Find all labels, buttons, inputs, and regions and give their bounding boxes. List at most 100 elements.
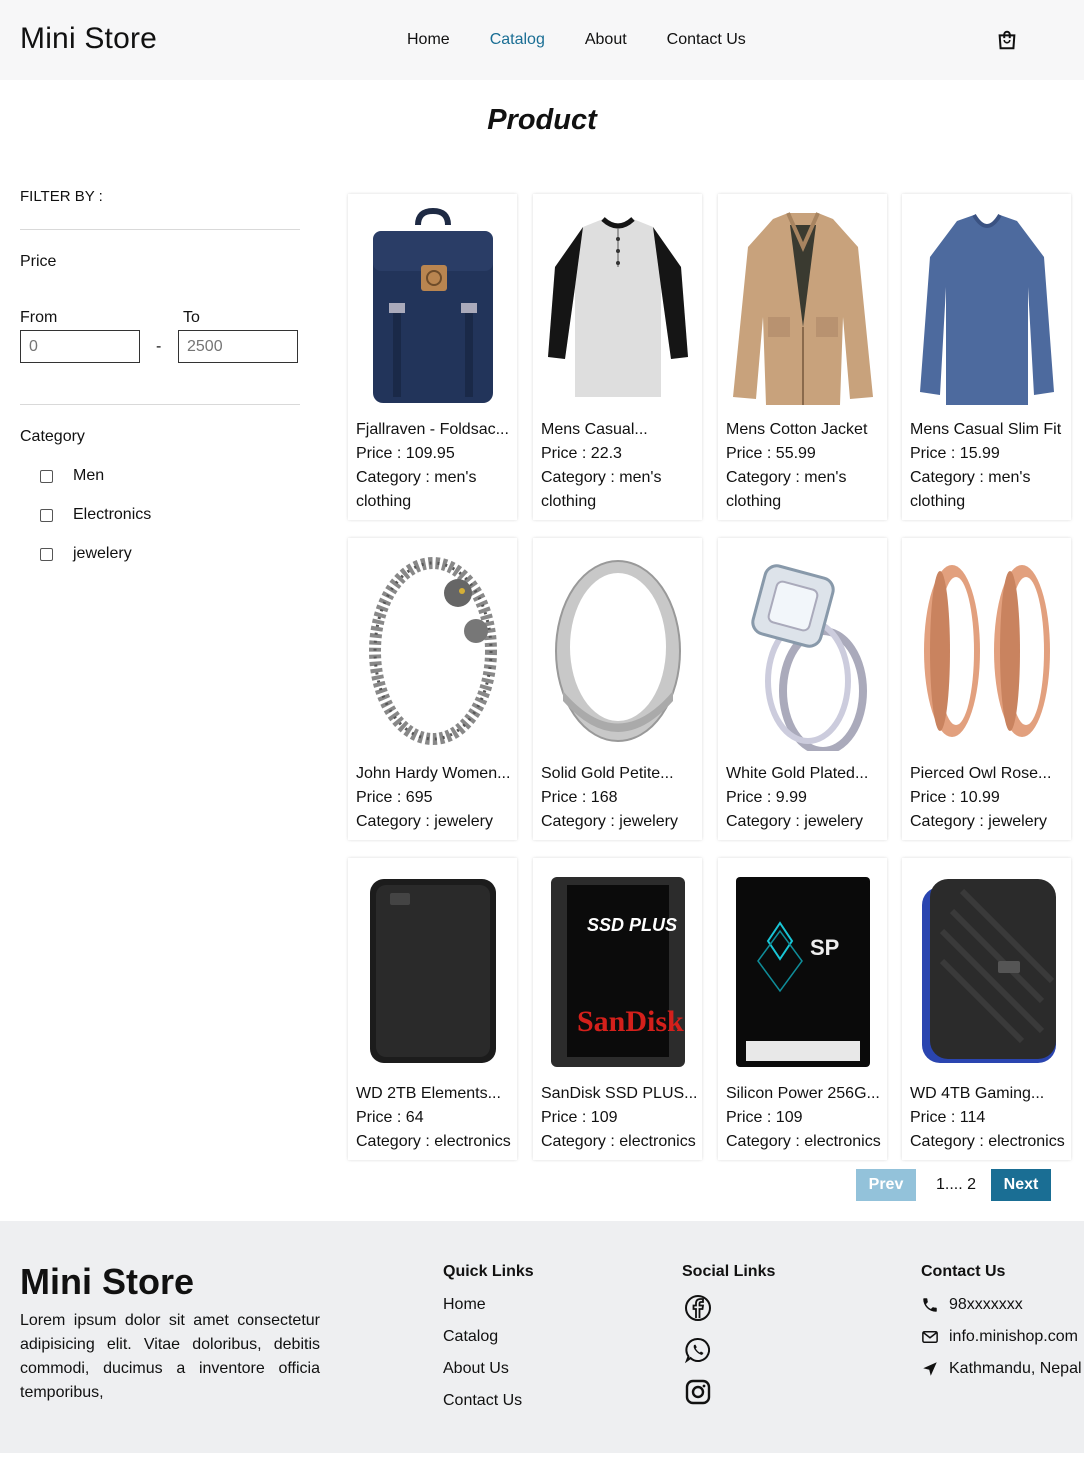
next-button[interactable]: Next (991, 1169, 1051, 1201)
price-to-input[interactable] (178, 330, 298, 363)
product-category: Category : electronics (726, 1133, 881, 1150)
product-category: Category : jewelery (726, 813, 863, 830)
product-info: SanDisk SSD PLUS... Price : 109 Category… (541, 1082, 698, 1154)
quick-links-title: Quick Links (443, 1263, 534, 1280)
phone-icon (923, 1298, 937, 1312)
footer-link-about[interactable]: About Us (443, 1360, 509, 1378)
product-title[interactable]: Silicon Power 256G... (726, 1082, 883, 1106)
footer-link-catalog[interactable]: Catalog (443, 1328, 498, 1346)
product-info: Mens Casual Slim Fit Price : 15.99 Categ… (910, 418, 1067, 514)
product-price: Price : 114 (910, 1109, 986, 1126)
product-info: Solid Gold Petite... Price : 168 Categor… (541, 762, 698, 834)
product-card[interactable]: Mens Cotton Jacket Price : 55.99 Categor… (718, 194, 887, 520)
category-checkbox-jewelery[interactable]: jewelery (40, 545, 132, 563)
product-title[interactable]: John Hardy Women... (356, 762, 513, 786)
checkbox[interactable] (40, 547, 53, 561)
product-image-dragon-bracelet[interactable] (356, 546, 509, 756)
prev-button[interactable]: Prev (856, 1169, 916, 1201)
nav-catalog[interactable]: Catalog (490, 31, 545, 49)
product-info: Pierced Owl Rose... Price : 10.99 Catego… (910, 762, 1067, 834)
product-card[interactable]: WD 4TB Gaming... Price : 114 Category : … (902, 858, 1071, 1160)
product-card[interactable]: John Hardy Women... Price : 695 Category… (348, 538, 517, 840)
product-category: Category : electronics (356, 1133, 511, 1150)
product-title[interactable]: Mens Casual Slim Fit (910, 418, 1067, 442)
product-card[interactable]: Mens Casual Slim Fit Price : 15.99 Categ… (902, 194, 1071, 520)
category-checkbox-electronics[interactable]: Electronics (40, 506, 151, 524)
product-category: clothing (910, 493, 966, 510)
product-image-wd-elements-drive[interactable] (356, 866, 509, 1076)
product-image-silver-ring[interactable] (541, 546, 694, 756)
site-header: Mini Store Home Catalog About Contact Us (0, 0, 1084, 80)
product-title[interactable]: Pierced Owl Rose... (910, 762, 1067, 786)
product-title[interactable]: SanDisk SSD PLUS... (541, 1082, 698, 1106)
product-info: WD 2TB Elements... Price : 64 Category :… (356, 1082, 513, 1154)
product-info: WD 4TB Gaming... Price : 114 Category : … (910, 1082, 1067, 1154)
price-label: Price (20, 253, 57, 270)
footer-link-home[interactable]: Home (443, 1296, 486, 1314)
product-image-sandisk-ssd[interactable]: SSD PLUS SanDisk (541, 866, 694, 1076)
whatsapp-icon[interactable] (684, 1336, 712, 1364)
product-price: Price : 9.99 (726, 789, 807, 806)
product-info: John Hardy Women... Price : 695 Category… (356, 762, 513, 834)
nav-home[interactable]: Home (407, 31, 450, 49)
product-category: Category : jewelery (910, 813, 1047, 830)
email-address: info.minishop.com (949, 1328, 1078, 1345)
product-title[interactable]: Mens Casual... (541, 418, 698, 442)
price-from-input[interactable] (20, 330, 140, 363)
product-info: White Gold Plated... Price : 9.99 Catego… (726, 762, 883, 834)
product-card[interactable]: Solid Gold Petite... Price : 168 Categor… (533, 538, 702, 840)
brand-logo[interactable]: Mini Store (20, 22, 157, 56)
product-card[interactable]: WD 2TB Elements... Price : 64 Category :… (348, 858, 517, 1160)
product-image-wd-gaming-drive[interactable] (910, 866, 1063, 1076)
product-price: Price : 168 (541, 789, 618, 806)
nav-about[interactable]: About (585, 31, 627, 49)
product-category: Category : men's (356, 469, 477, 486)
location-arrow-icon (923, 1362, 937, 1376)
product-card[interactable]: White Gold Plated... Price : 9.99 Catego… (718, 538, 887, 840)
product-price: Price : 10.99 (910, 789, 1000, 806)
product-image-backpack[interactable] (356, 202, 509, 412)
product-card[interactable]: Pierced Owl Rose... Price : 10.99 Catego… (902, 538, 1071, 840)
product-card[interactable]: SSD PLUS SanDisk SanDisk SSD PLUS... Pri… (533, 858, 702, 1160)
nav-contact[interactable]: Contact Us (667, 31, 746, 49)
product-price: Price : 109 (541, 1109, 618, 1126)
shopping-bag-icon[interactable] (996, 29, 1018, 51)
product-info: Fjallraven - Foldsac... Price : 109.95 C… (356, 418, 513, 514)
product-price: Price : 15.99 (910, 445, 1000, 462)
product-image-silicon-power-ssd[interactable]: SP (726, 866, 879, 1076)
page-indicator[interactable]: 1.... 2 (936, 1176, 976, 1194)
product-category: clothing (726, 493, 782, 510)
contact-phone[interactable]: 98xxxxxxx (921, 1296, 1023, 1314)
checkbox[interactable] (40, 469, 53, 483)
product-info: Mens Casual... Price : 22.3 Category : m… (541, 418, 698, 514)
product-image-diamond-ring[interactable] (726, 546, 879, 756)
main-nav: Home Catalog About Contact Us (407, 31, 786, 49)
instagram-icon[interactable] (684, 1378, 712, 1406)
product-title[interactable]: White Gold Plated... (726, 762, 883, 786)
product-title[interactable]: WD 4TB Gaming... (910, 1082, 1067, 1106)
product-category: Category : jewelery (541, 813, 678, 830)
footer-description: Lorem ipsum dolor sit amet consectetur a… (20, 1312, 320, 1401)
svg-text:SP: SP (810, 935, 839, 960)
product-card[interactable]: Fjallraven - Foldsac... Price : 109.95 C… (348, 194, 517, 520)
product-title[interactable]: Fjallraven - Foldsac... (356, 418, 513, 442)
product-title[interactable]: Solid Gold Petite... (541, 762, 698, 786)
product-title[interactable]: WD 2TB Elements... (356, 1082, 513, 1106)
product-image-cotton-jacket[interactable] (726, 202, 879, 412)
product-card[interactable]: SP Silicon Power 256G... Price : 109 Cat… (718, 858, 887, 1160)
product-title[interactable]: Mens Cotton Jacket (726, 418, 883, 442)
contact-location[interactable]: Kathmandu, Nepal (921, 1360, 1082, 1378)
category-checkbox-men[interactable]: Men (40, 467, 104, 485)
product-price: Price : 695 (356, 789, 433, 806)
facebook-icon[interactable] (684, 1294, 712, 1322)
product-card[interactable]: Mens Casual... Price : 22.3 Category : m… (533, 194, 702, 520)
footer-link-contact[interactable]: Contact Us (443, 1392, 522, 1410)
social-links-title: Social Links (682, 1263, 776, 1280)
product-price: Price : 109 (726, 1109, 803, 1126)
product-image-henley-shirt[interactable] (541, 202, 694, 412)
product-image-slim-fit-shirt[interactable] (910, 202, 1063, 412)
product-image-rose-gold-plugs[interactable] (910, 546, 1063, 756)
checkbox[interactable] (40, 508, 53, 522)
product-price: Price : 55.99 (726, 445, 816, 462)
contact-email[interactable]: info.minishop.com (921, 1328, 1078, 1346)
